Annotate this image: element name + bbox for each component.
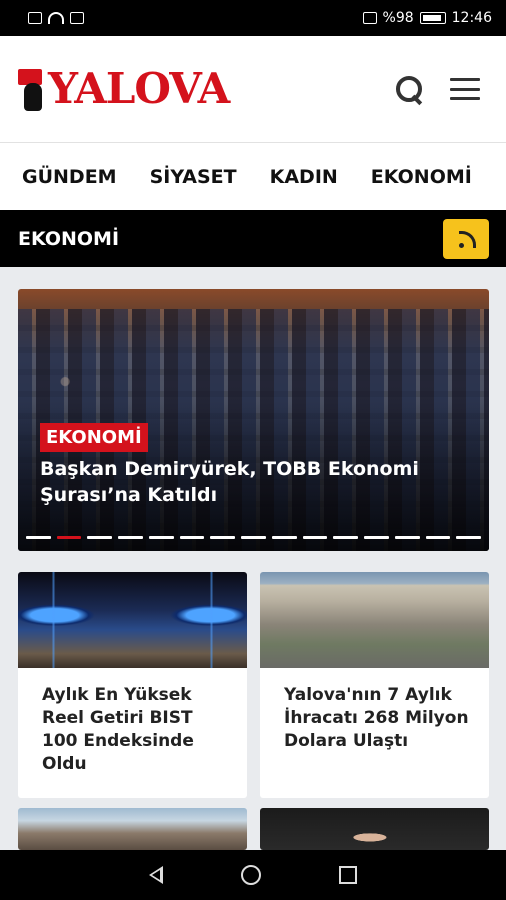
back-icon[interactable] [149,866,163,884]
wifi-icon [48,12,64,24]
slider-dot[interactable] [148,536,174,539]
home-icon[interactable] [241,865,261,885]
news-card[interactable] [18,808,247,850]
slider-dot[interactable] [241,536,266,539]
news-card[interactable]: Yalova'nın 7 Aylık İhracatı 268 Milyon D… [260,572,489,798]
search-icon[interactable] [394,74,424,104]
nav-item-kadin[interactable]: KADIN [270,166,338,188]
slider-dot[interactable] [456,536,482,539]
recent-apps-icon[interactable] [339,866,357,884]
slider-dot[interactable] [179,536,205,539]
status-bar: %98 12:46 [0,0,506,36]
slider-dot[interactable] [364,536,389,539]
slider-dot[interactable] [87,536,113,539]
news-image [18,808,247,850]
nav-item-siyaset[interactable]: SİYASET [150,166,237,188]
nav-item-ekonomi[interactable]: EKONOMİ [371,166,472,188]
battery-percent: %98 [382,10,414,26]
slider-dot[interactable] [425,536,451,539]
slider-dot[interactable] [56,536,82,539]
category-nav: GÜNDEM SİYASET KADIN EKONOMİ [0,142,506,210]
headline-slider[interactable]: EKONOMİ Başkan Demiryürek, TOBB Ekonomi … [18,289,489,551]
slider-pagination [26,536,482,539]
system-nav-bar [0,850,506,900]
slider-dot[interactable] [26,536,51,539]
logo-ataturk-icon [18,65,48,113]
battery-icon [419,12,446,24]
clock: 12:46 [451,10,492,26]
slider-dot[interactable] [333,536,359,539]
site-logo[interactable]: YALOVA [18,64,230,113]
slide-title[interactable]: Başkan Demiryürek, TOBB Ekonomi Şurası’n… [40,456,470,508]
logo-text: YALOVA [48,64,230,113]
section-title: EKONOMİ [18,227,120,250]
app-header: YALOVA [0,36,506,142]
slider-dot[interactable] [271,536,297,539]
vibrate-icon [362,12,377,24]
slider-dot[interactable] [210,536,236,539]
news-title[interactable]: Yalova'nın 7 Aylık İhracatı 268 Milyon D… [260,668,489,753]
hamburger-menu-icon[interactable] [450,78,480,100]
notification-icon [28,12,42,24]
news-card[interactable] [260,808,489,850]
rss-button[interactable] [443,218,489,259]
slider-dot[interactable] [118,536,143,539]
nav-item-gundem[interactable]: GÜNDEM [22,166,117,188]
news-image [260,808,489,850]
news-card[interactable]: Aylık En Yüksek Reel Getiri BIST 100 End… [18,572,247,798]
nfc-icon [70,12,84,24]
news-image [18,572,247,668]
section-header: EKONOMİ [0,210,506,267]
news-image [260,572,489,668]
category-badge: EKONOMİ [40,423,148,452]
slider-dot[interactable] [302,536,328,539]
news-title[interactable]: Aylık En Yüksek Reel Getiri BIST 100 End… [18,668,247,776]
slider-dot[interactable] [394,536,420,539]
